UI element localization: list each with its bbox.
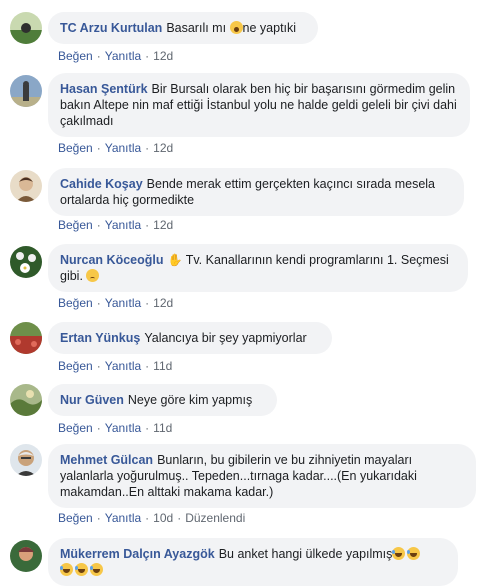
avatar[interactable] <box>10 444 42 476</box>
comment-bubble: Nurcan Köceoğlu ✋ Tv. Kanallarının kendi … <box>48 244 468 292</box>
comment-text: Yalancıya bir şey yapmiyorlar <box>144 331 307 345</box>
comment-author[interactable]: Ertan Yünkuş <box>60 331 140 345</box>
comment-author[interactable]: Mükerrem Dalçın Ayazgök <box>60 547 215 561</box>
timestamp[interactable]: 10d <box>153 511 173 525</box>
like-link[interactable]: Beğen <box>58 421 93 435</box>
waving-hand-icon: ✋ <box>167 253 183 267</box>
like-link[interactable]: Beğen <box>58 49 93 63</box>
like-link[interactable]: Beğen <box>58 511 93 525</box>
comment-bubble: Mehmet Gülcan Bunların, bu gibilerin ve b… <box>48 444 476 508</box>
like-link[interactable]: Beğen <box>58 296 93 310</box>
avatar[interactable] <box>10 322 42 354</box>
like-link[interactable]: Beğen <box>58 141 93 155</box>
reply-link[interactable]: Yanıtla <box>105 296 141 310</box>
comment-bubble: Nur Güven Neye göre kim yapmış <box>48 384 277 416</box>
timestamp[interactable]: 11d <box>153 359 172 373</box>
comment-actions: Beğen · Yanıtla · 10d · Düzenlendi <box>58 511 246 525</box>
avatar[interactable] <box>10 540 42 572</box>
comment-author[interactable]: Cahide Koşay <box>60 177 143 191</box>
comment-author[interactable]: Hasan Şentürk <box>60 82 148 96</box>
avatar[interactable] <box>10 384 42 416</box>
edited-label[interactable]: Düzenlendi <box>185 511 245 525</box>
timestamp[interactable]: 12d <box>153 49 173 63</box>
avatar[interactable] <box>10 75 42 107</box>
sad-face-icon <box>86 269 100 282</box>
comment-text-cont: ne yaptıki <box>242 21 297 35</box>
comment-author[interactable]: Nurcan Köceoğlu <box>60 253 164 267</box>
comment-bubble: Mükerrem Dalçın Ayazgök Bu anket hangi ül… <box>48 538 458 586</box>
comment-text: Basarılı mı <box>166 21 227 35</box>
comment-bubble: Ertan Yünkuş Yalancıya bir şey yapmiyorla… <box>48 322 332 354</box>
comment-text: Neye göre kim yapmış <box>127 393 253 407</box>
laughing-face-icon <box>60 563 73 576</box>
reply-link[interactable]: Yanıtla <box>105 511 141 525</box>
comment-actions: Beğen · Yanıtla · 11d <box>58 421 173 435</box>
comment-bubble: Cahide Koşay Bende merak ettim gerçekten … <box>48 168 464 216</box>
comment-bubble: Hasan Şentürk Bir Bursalı olarak ben hiç … <box>48 73 470 137</box>
reply-link[interactable]: Yanıtla <box>105 359 141 373</box>
comment-bubble: TC Arzu Kurtulan Basarılı mı ne yaptıki <box>48 12 318 44</box>
timestamp[interactable]: 11d <box>153 421 172 435</box>
laughing-face-icon <box>75 563 88 576</box>
comment-actions: Beğen · Yanıtla · 12d <box>58 141 174 155</box>
avatar[interactable] <box>10 12 42 44</box>
comment-author[interactable]: Nur Güven <box>60 393 124 407</box>
laughing-face-icon <box>392 547 406 560</box>
comment-author[interactable]: TC Arzu Kurtulan <box>60 21 162 35</box>
comment-author[interactable]: Mehmet Gülcan <box>60 453 153 467</box>
comment-actions: Beğen · Yanıtla · 12d <box>58 296 174 310</box>
comment-actions: Beğen · Yanıtla · 11d <box>58 359 173 373</box>
avatar[interactable] <box>10 170 42 202</box>
comment-text: Bu anket hangi ülkede yapılmış <box>218 547 393 561</box>
laughing-face-icon <box>407 547 421 560</box>
like-link[interactable]: Beğen <box>58 359 93 373</box>
comment-actions: Beğen · Yanıtla · 12d <box>58 49 174 63</box>
comment-actions: Beğen · Yanıtla · 12d <box>58 218 174 232</box>
shocked-face-icon <box>229 21 243 34</box>
reply-link[interactable]: Yanıtla <box>105 141 141 155</box>
laughing-face-icon <box>90 563 103 576</box>
reply-link[interactable]: Yanıtla <box>105 218 141 232</box>
like-link[interactable]: Beğen <box>58 218 93 232</box>
timestamp[interactable]: 12d <box>153 218 173 232</box>
timestamp[interactable]: 12d <box>153 296 173 310</box>
reply-link[interactable]: Yanıtla <box>105 421 141 435</box>
avatar[interactable] <box>10 246 42 278</box>
reply-link[interactable]: Yanıtla <box>105 49 141 63</box>
timestamp[interactable]: 12d <box>153 141 173 155</box>
